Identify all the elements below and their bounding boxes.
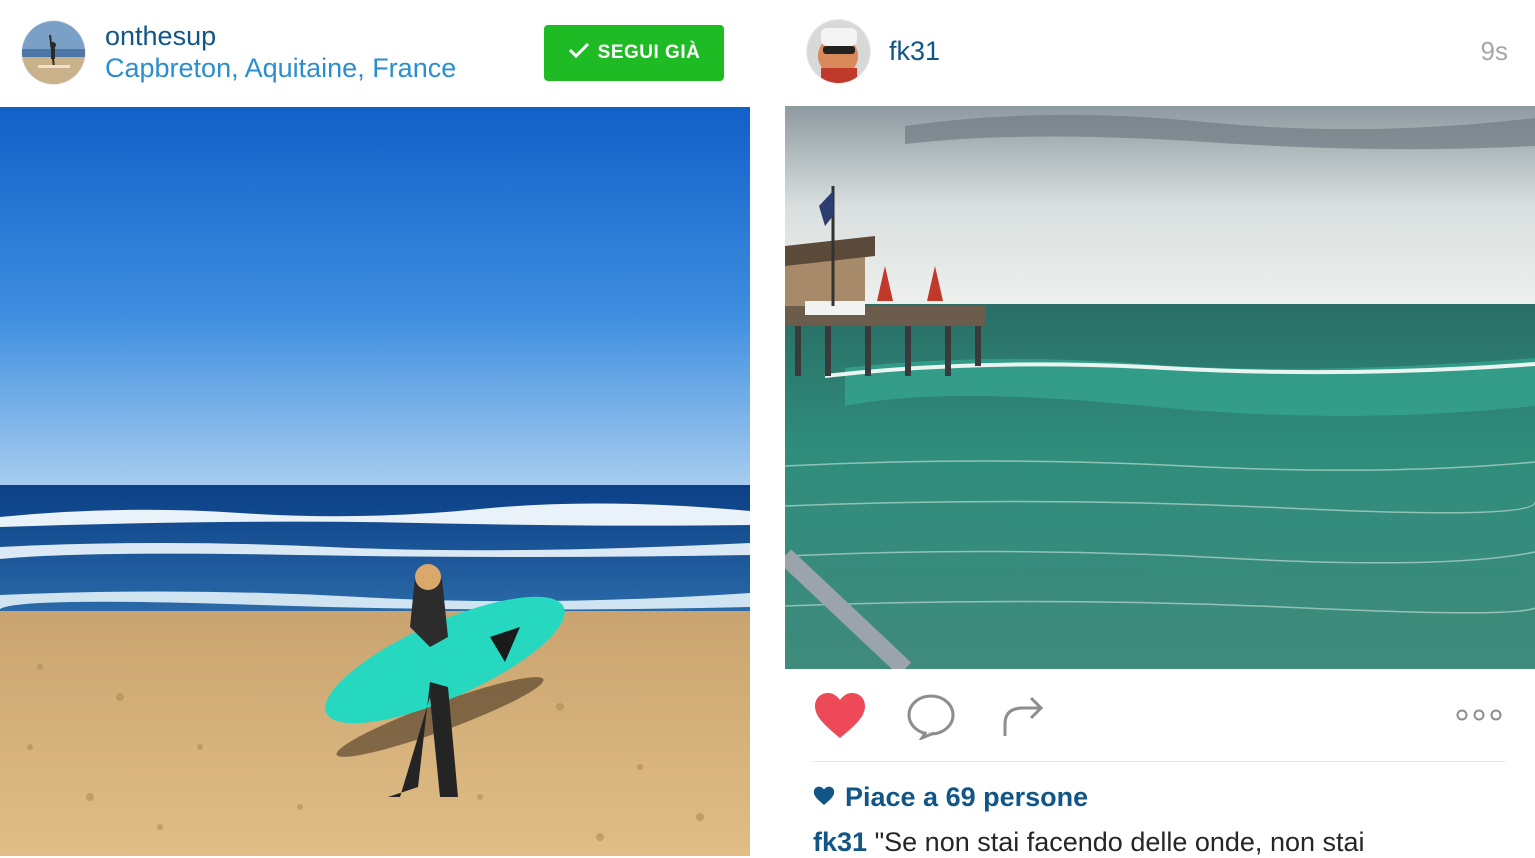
avatar[interactable] <box>22 21 85 84</box>
post-photo[interactable] <box>785 106 1535 669</box>
heart-icon[interactable] <box>813 692 867 745</box>
caption-text: "Se non stai facendo delle onde, non sta… <box>874 827 1365 857</box>
timestamp: 9s <box>1480 36 1508 66</box>
location-link[interactable]: Capbreton, Aquitaine, France <box>105 52 456 84</box>
post-left: onthesup Capbreton, Aquitaine, France SE… <box>0 0 750 856</box>
likes-count[interactable]: Piace a 69 persone <box>813 782 1088 813</box>
share-icon[interactable] <box>1001 694 1045 743</box>
caption-username[interactable]: fk31 <box>813 827 867 857</box>
post-right: fk31 9s Piace a 69 persone fk31 "Se non … <box>785 0 1535 858</box>
divider <box>813 761 1505 762</box>
post-header: onthesup Capbreton, Aquitaine, France SE… <box>0 0 750 106</box>
check-icon <box>568 41 590 65</box>
likes-label: Piace a 69 persone <box>845 782 1089 812</box>
username[interactable]: fk31 <box>889 35 940 67</box>
post-actions <box>785 670 1535 762</box>
following-button-label: SEGUI GIÀ <box>597 42 701 63</box>
post-header: fk31 9s <box>785 0 1535 106</box>
more-icon[interactable] <box>1455 708 1503 727</box>
caption: fk31 "Se non stai facendo delle onde, no… <box>813 826 1365 858</box>
username[interactable]: onthesup <box>105 20 216 52</box>
comment-icon[interactable] <box>906 694 956 745</box>
post-photo[interactable] <box>0 107 750 856</box>
avatar[interactable] <box>807 20 870 83</box>
following-button[interactable]: SEGUI GIÀ <box>544 25 724 81</box>
heart-small-icon <box>813 782 835 813</box>
